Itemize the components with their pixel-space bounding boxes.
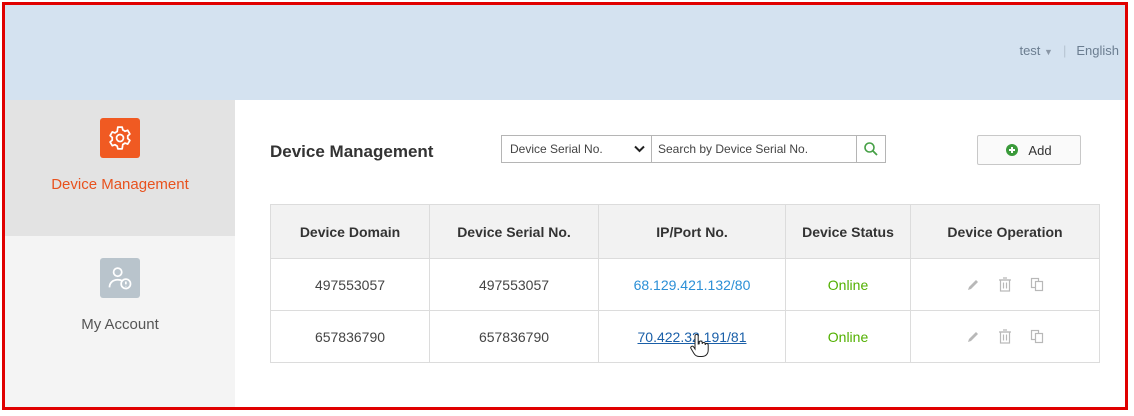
search-icon xyxy=(864,142,878,156)
divider: | xyxy=(1062,43,1067,58)
search-filter-value: Device Serial No. xyxy=(510,142,603,156)
device-serial-cell: 497553057 xyxy=(429,258,599,311)
top-bar: test ▼ | English xyxy=(5,5,1125,100)
copy-icon[interactable] xyxy=(1030,329,1044,344)
sidebar-item-label: Device Management xyxy=(51,176,189,193)
copy-icon[interactable] xyxy=(1030,277,1044,292)
search-input[interactable] xyxy=(652,136,856,162)
sidebar-item-my-account[interactable]: My Account xyxy=(5,236,235,356)
plus-circle-icon xyxy=(1006,144,1019,156)
column-header-serial: Device Serial No. xyxy=(429,204,599,259)
device-status-cell: Online xyxy=(785,258,911,311)
edit-icon[interactable] xyxy=(966,330,980,344)
sidebar-item-label: My Account xyxy=(81,316,159,333)
page-title: Device Management xyxy=(270,142,434,161)
main-content: Device Management Device Serial No. Add … xyxy=(235,100,1125,407)
device-operation-cell xyxy=(910,258,1100,311)
header-controls: test ▼ | English xyxy=(1019,43,1119,58)
search-bar: Device Serial No. xyxy=(501,135,886,163)
search-button[interactable] xyxy=(856,136,885,162)
chevron-down-icon xyxy=(634,145,645,153)
column-header-operation: Device Operation xyxy=(910,204,1100,259)
sidebar: Device Management My Account xyxy=(5,100,235,407)
device-domain-cell: 497553057 xyxy=(270,258,430,311)
add-button-label: Add xyxy=(1028,142,1052,158)
column-header-domain: Device Domain xyxy=(270,204,430,259)
add-device-button[interactable]: Add xyxy=(977,135,1081,165)
column-header-status: Device Status xyxy=(785,204,911,259)
device-domain-cell: 657836790 xyxy=(270,310,430,363)
search-filter-select[interactable]: Device Serial No. xyxy=(502,136,652,162)
ip-address: 68.129.421.132 xyxy=(633,276,731,293)
table-row: 657836790 657836790 70.422.32.191/81 Onl… xyxy=(270,310,1100,363)
hand-cursor-icon xyxy=(690,334,709,357)
chevron-down-icon: ▼ xyxy=(1044,47,1053,57)
language-selector[interactable]: English xyxy=(1076,43,1119,58)
device-table: Device Domain Device Serial No. IP/Port … xyxy=(270,204,1100,363)
ip-port-link[interactable]: 68.129.421.132/80 xyxy=(634,277,751,293)
table-header-row: Device Domain Device Serial No. IP/Port … xyxy=(270,204,1100,259)
delete-icon[interactable] xyxy=(998,329,1012,344)
gear-icon xyxy=(100,118,140,158)
edit-icon[interactable] xyxy=(966,278,980,292)
delete-icon[interactable] xyxy=(998,277,1012,292)
port-number: /80 xyxy=(730,276,751,293)
sidebar-item-device-management[interactable]: Device Management xyxy=(5,100,235,236)
user-name: test xyxy=(1019,43,1041,58)
user-account-icon xyxy=(100,258,140,298)
device-operation-cell xyxy=(910,310,1100,363)
column-header-ip-port: IP/Port No. xyxy=(598,204,786,259)
ip-port-cell: 68.129.421.132/80 xyxy=(598,258,786,311)
app-frame: test ▼ | English Device Management My Ac… xyxy=(2,2,1128,410)
device-status-cell: Online xyxy=(785,310,911,363)
ip-address: 70.422.32.191 xyxy=(637,328,728,345)
port-number: /81 xyxy=(727,328,747,345)
table-row: 497553057 497553057 68.129.421.132/80 On… xyxy=(270,258,1100,311)
user-menu[interactable]: test ▼ xyxy=(1019,43,1053,58)
device-serial-cell: 657836790 xyxy=(429,310,599,363)
